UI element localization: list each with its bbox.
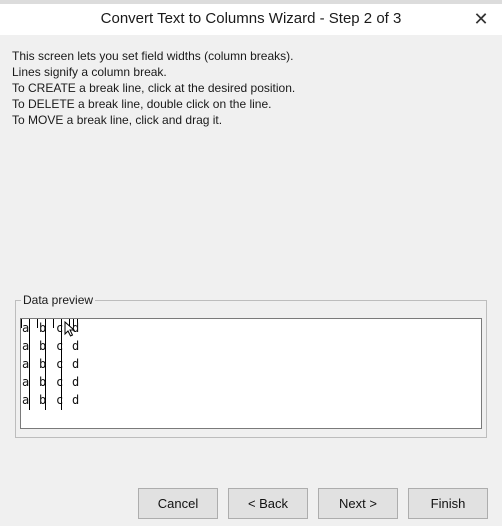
back-button[interactable]: < Back (228, 488, 308, 519)
instruction-line: To DELETE a break line, double click on … (12, 97, 272, 111)
instructions: This screen lets you set field widths (c… (12, 48, 482, 128)
instruction-line: To MOVE a break line, click and drag it. (12, 113, 223, 127)
instruction-line: This screen lets you set field widths (c… (12, 49, 294, 63)
next-button[interactable]: Next > (318, 488, 398, 519)
preview-cell: c (56, 321, 64, 335)
finish-button[interactable]: Finish (408, 488, 488, 519)
preview-cell: c (56, 393, 64, 407)
ruler[interactable] (21, 319, 481, 328)
column-break-line[interactable] (45, 319, 46, 410)
cancel-button[interactable]: Cancel (138, 488, 218, 519)
preview-cell: c (56, 339, 64, 353)
preview-cell: c (56, 375, 64, 389)
data-preview-pane[interactable]: a b c d a b c d a b c d a b c d a b c d (20, 318, 482, 429)
ruler-tick (53, 319, 54, 328)
data-preview-label: Data preview (21, 293, 96, 307)
arrow-cursor-icon (64, 321, 76, 337)
dialog-title: Convert Text to Columns Wizard - Step 2 … (100, 10, 402, 27)
instruction-line: To CREATE a break line, click at the des… (12, 81, 296, 95)
instruction-line: Lines signify a column break. (12, 65, 167, 79)
preview-cell: d (72, 375, 80, 389)
column-break-line[interactable] (29, 319, 30, 410)
preview-cell: d (72, 339, 80, 353)
preview-cell: c (56, 357, 64, 371)
column-break-line[interactable] (61, 319, 62, 410)
close-icon[interactable]: ✕ (470, 6, 492, 32)
preview-cell: d (72, 357, 80, 371)
title-bar: Convert Text to Columns Wizard - Step 2 … (0, 4, 502, 35)
ruler-tick (37, 319, 38, 328)
preview-cell: d (72, 393, 80, 407)
